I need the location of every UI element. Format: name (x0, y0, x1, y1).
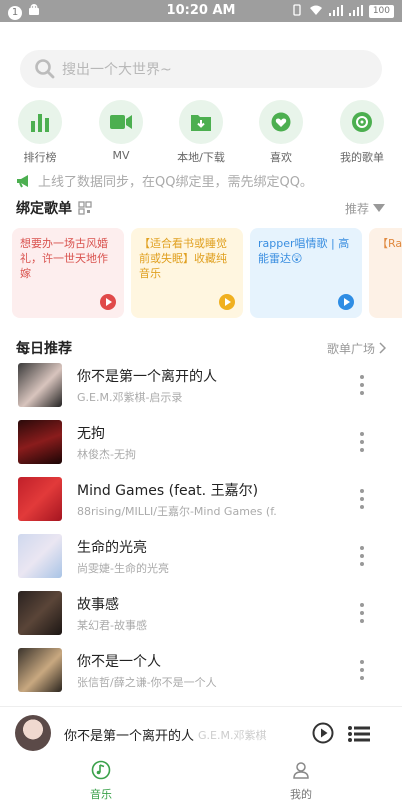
playlist-card[interactable]: 想要办一场古风婚礼，许一世天地作嫁 (12, 228, 124, 318)
song-subtitle: 88rising/MILLI/王嘉尔-Mind Games (f... (77, 505, 277, 518)
bound-playlists-title: 绑定歌单 (16, 201, 72, 217)
play-icon[interactable] (312, 722, 334, 744)
song-title: 故事感 (77, 597, 119, 613)
playlist-card[interactable]: 【Ra觉丰 (369, 228, 402, 318)
music-tab-icon (91, 760, 111, 780)
more-options-icon[interactable] (360, 432, 364, 452)
song-cover (18, 534, 62, 578)
card-text: rapper唱情歌 | 高能雷达😲 (258, 237, 350, 265)
heart-icon (271, 112, 291, 132)
tab-music[interactable]: 音乐 (51, 760, 151, 800)
quick-item-favorites[interactable]: 喜欢 (251, 100, 311, 165)
more-options-icon[interactable] (360, 660, 364, 680)
download-folder-icon (191, 115, 211, 131)
playlist-icon[interactable] (348, 725, 370, 743)
signal-icon (328, 4, 343, 19)
quick-label: MV (112, 149, 130, 162)
quick-item-my-playlists[interactable]: 我的歌单 (332, 100, 392, 165)
song-title: 你不是第一个离开的人 (77, 369, 217, 385)
megaphone-icon (17, 174, 28, 187)
quick-entries: 排行榜 MV 本地/下载 喜欢 我的歌单 (0, 100, 402, 164)
notice-bar[interactable]: 上线了数据同步，在QQ绑定里，需先绑定QQ。 (16, 171, 313, 190)
play-icon[interactable] (219, 294, 235, 310)
song-title: 你不是一个人 (77, 654, 161, 670)
tab-mine[interactable]: 我的 (251, 760, 351, 800)
vibrate-icon (291, 4, 303, 19)
song-title: Mind Games (feat. 王嘉尔) (77, 483, 259, 499)
sort-label: 推荐 (344, 201, 369, 216)
tab-label: 我的 (290, 788, 312, 800)
quick-label: 我的歌单 (340, 151, 384, 164)
sort-dropdown[interactable]: 推荐 (345, 200, 386, 217)
quick-item-local[interactable]: 本地/下载 (171, 100, 231, 165)
player-title: 你不是第一个离开的人 (64, 729, 195, 744)
song-subtitle: 某幻君-故事感 (77, 619, 147, 632)
play-icon[interactable] (338, 294, 354, 310)
more-options-icon[interactable] (360, 603, 364, 623)
song-row[interactable]: 故事感 某幻君-故事感 (0, 585, 402, 641)
song-title: 生命的光亮 (77, 540, 147, 556)
search-bar[interactable]: 搜出一个大世界~ (20, 50, 382, 88)
song-subtitle: 林俊杰-无拘 (77, 448, 136, 461)
quick-item-chart[interactable]: 排行榜 (10, 100, 70, 165)
song-row[interactable]: 生命的光亮 尚雯婕-生命的光亮 (0, 528, 402, 584)
music-disc-icon (352, 112, 372, 132)
song-subtitle: 尚雯婕-生命的光亮 (77, 562, 169, 575)
quick-label: 排行榜 (23, 151, 57, 164)
quick-label: 喜欢 (270, 151, 292, 164)
qrcode-icon[interactable] (78, 201, 92, 215)
daily-header: 每日推荐 歌单广场 (16, 338, 386, 358)
daily-title: 每日推荐 (16, 341, 72, 357)
song-row[interactable]: 你不是第一个离开的人 G.E.M.邓紫棋-启示录 (0, 357, 402, 413)
card-text: 【适合看书或睡觉前或失眠】收藏纯音乐 (139, 237, 227, 280)
play-icon[interactable] (100, 294, 116, 310)
bound-playlists-header: 绑定歌单 推荐 (16, 198, 386, 218)
bottom-tab-bar: 音乐 我的 (0, 758, 402, 800)
search-icon (35, 59, 55, 79)
song-row[interactable]: 你不是一个人 张信哲/薛之谦-你不是一个人 (0, 642, 402, 698)
song-cover (18, 420, 62, 464)
song-subtitle: G.E.M.邓紫棋-启示录 (77, 391, 183, 404)
card-text: 想要办一场古风婚礼，许一世天地作嫁 (20, 237, 108, 280)
quick-item-mv[interactable]: MV (91, 100, 151, 162)
song-title: 无拘 (77, 426, 105, 442)
chevron-right-icon (379, 342, 386, 354)
song-cover (18, 591, 62, 635)
search-placeholder: 搜出一个大世界~ (62, 62, 172, 78)
card-text: 【Ra觉丰 (377, 237, 402, 250)
song-cover (18, 477, 62, 521)
more-options-icon[interactable] (360, 375, 364, 395)
bar-chart-icon (31, 114, 49, 132)
notice-text: 上线了数据同步，在QQ绑定里，需先绑定QQ。 (38, 175, 313, 190)
video-icon (110, 115, 132, 129)
bound-playlist-cards: 想要办一场古风婚礼，许一世天地作嫁 【适合看书或睡觉前或失眠】收藏纯音乐 rap… (12, 228, 402, 320)
song-row[interactable]: 无拘 林俊杰-无拘 (0, 414, 402, 470)
song-cover (18, 648, 62, 692)
wifi-icon (309, 5, 323, 19)
playlist-square-label: 歌单广场 (326, 341, 375, 356)
quick-label: 本地/下载 (177, 151, 225, 164)
signal-icon-2 (348, 4, 363, 19)
more-options-icon[interactable] (360, 489, 364, 509)
battery-icon: 100 (368, 5, 394, 18)
player-cover[interactable] (15, 715, 51, 751)
user-icon (293, 762, 309, 779)
song-cover (18, 363, 62, 407)
playlist-square-link[interactable]: 歌单广场 (327, 340, 386, 357)
song-row[interactable]: Mind Games (feat. 王嘉尔) 88rising/MILLI/王嘉… (0, 471, 402, 527)
more-options-icon[interactable] (360, 546, 364, 566)
song-subtitle: 张信哲/薛之谦-你不是一个人 (77, 676, 217, 689)
mini-player[interactable]: 你不是第一个离开的人 G.E.M.邓紫棋 (0, 706, 402, 758)
player-artist: G.E.M.邓紫棋 (198, 729, 267, 742)
status-bar: 1 10:20 AM 100 (0, 0, 402, 22)
playlist-card[interactable]: rapper唱情歌 | 高能雷达😲 (250, 228, 362, 318)
triangle-down-icon (373, 204, 385, 212)
tab-label: 音乐 (90, 788, 112, 800)
playlist-card[interactable]: 【适合看书或睡觉前或失眠】收藏纯音乐 (131, 228, 243, 318)
